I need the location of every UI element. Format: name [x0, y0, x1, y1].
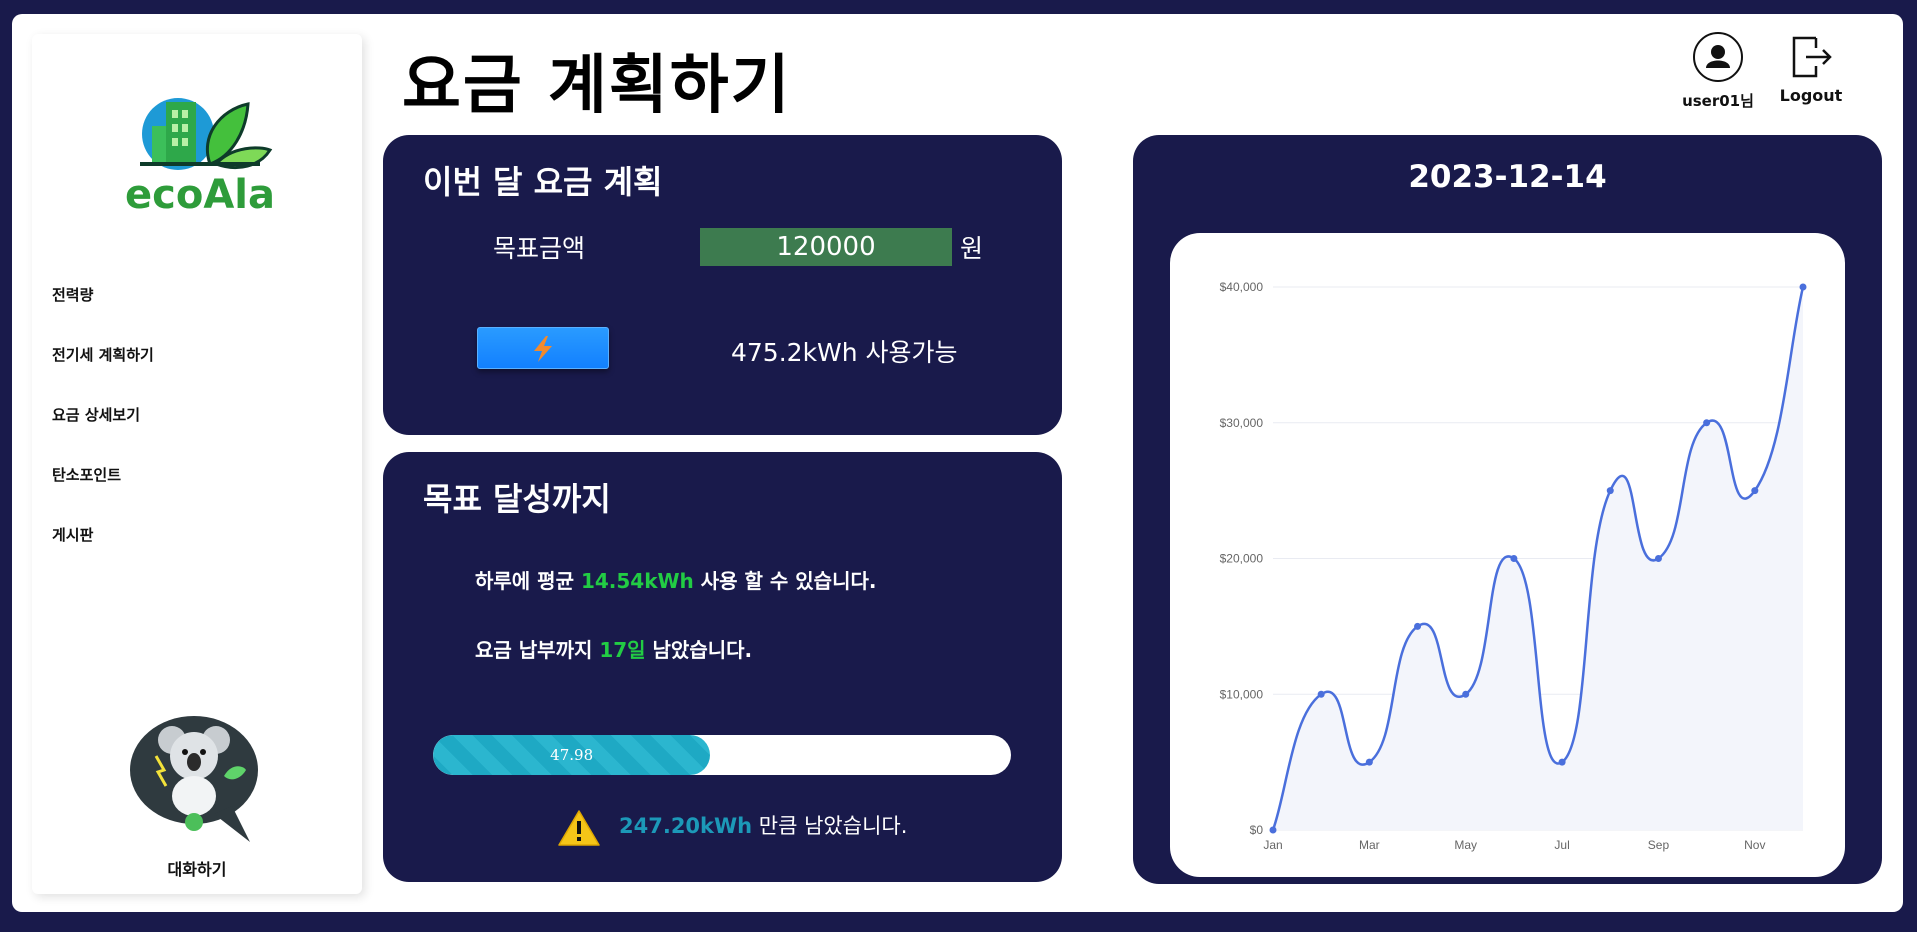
sidebar-item-carbon-points[interactable]: 탄소포인트 — [52, 464, 121, 485]
calculate-button[interactable] — [477, 327, 609, 369]
target-amount-input[interactable] — [700, 228, 952, 266]
y-tick-label: $30,000 — [1220, 416, 1264, 430]
plan-title: 이번 달 요금 계획 — [423, 163, 663, 201]
x-tick-label: May — [1454, 838, 1477, 852]
remaining-kwh-value: 247.20kWh — [619, 814, 753, 838]
chart-point — [1799, 283, 1807, 291]
chart-point — [1462, 690, 1470, 698]
lightning-icon — [534, 336, 552, 362]
x-tick-label: Sep — [1648, 838, 1670, 852]
progress-label: 47.98 — [550, 746, 594, 764]
logout-label[interactable]: Logout — [1778, 86, 1844, 105]
chart-point — [1510, 555, 1518, 562]
sidebar-item-bill-detail[interactable]: 요금 상세보기 — [52, 404, 140, 425]
user-profile[interactable]: user01님 — [1680, 32, 1756, 111]
y-tick-label: $20,000 — [1220, 552, 1264, 566]
chart-point — [1703, 419, 1711, 427]
x-tick-label: Jan — [1263, 838, 1282, 852]
chart-panel: 2023-12-14 $0 $10,000 $20,000 $30,000 $40,00… — [1133, 135, 1882, 884]
goal-title: 목표 달성까지 — [423, 480, 611, 518]
logout-icon[interactable] — [1788, 32, 1834, 80]
chart-point — [1558, 758, 1566, 766]
logout-button[interactable]: Logout — [1778, 32, 1844, 105]
daily-average-value: 14.54kWh — [580, 569, 694, 593]
x-tick-label: Jul — [1554, 838, 1569, 852]
available-kwh-text: 475.2kWh 사용가능 — [731, 338, 958, 367]
y-tick-label: $40,000 — [1220, 280, 1264, 294]
svg-text:ecoAla: ecoAla — [125, 172, 275, 216]
chart-point — [1606, 487, 1614, 495]
due-days-value: 17일 — [599, 638, 646, 662]
target-amount-label: 목표금액 — [493, 234, 586, 263]
x-tick-label: Nov — [1744, 838, 1765, 852]
chart-point — [1414, 622, 1422, 630]
currency-unit: 원 — [960, 234, 984, 263]
page-title: 요금 계획하기 — [402, 49, 792, 123]
y-tick-label: $10,000 — [1220, 687, 1264, 701]
monthly-plan-panel: 이번 달 요금 계획 목표금액 원 475.2kWh 사용가능 — [383, 135, 1062, 435]
chart-point — [1269, 826, 1277, 834]
y-tick-label: $0 — [1250, 823, 1264, 837]
sidebar: ecoAla 전력량 전기세 계획하기 요금 상세보기 탄소포인트 게시판 대화… — [32, 34, 362, 894]
chat-label[interactable]: 대화하기 — [32, 856, 362, 880]
user-avatar-icon[interactable] — [1693, 32, 1743, 82]
chart-point — [1365, 758, 1373, 766]
sidebar-item-board[interactable]: 게시판 — [52, 524, 93, 545]
sidebar-item-power-usage[interactable]: 전력량 — [52, 284, 93, 305]
sidebar-item-bill-plan[interactable]: 전기세 계획하기 — [52, 344, 154, 365]
user-name: user01님 — [1682, 92, 1754, 110]
x-tick-label: Mar — [1359, 838, 1380, 852]
daily-average-text: 하루에 평균 14.54kWh 사용 할 수 있습니다. — [475, 569, 877, 593]
chart-card: $0 $10,000 $20,000 $30,000 $40,000 Jan Mar May J… — [1170, 233, 1845, 877]
chart-point — [1654, 555, 1662, 562]
chart-point — [1751, 487, 1759, 495]
progress-fill: 47.98 — [433, 735, 711, 775]
koala-chat-icon[interactable] — [128, 706, 268, 846]
usage-line-chart: $0 $10,000 $20,000 $30,000 $40,000 Jan Mar May J… — [1220, 280, 1807, 852]
chart-date: 2023-12-14 — [1408, 159, 1607, 195]
due-days-text: 요금 납부까지 17일 남았습니다. — [475, 638, 753, 662]
remaining-kwh-text: 247.20kWh 만큼 남았습니다. — [619, 814, 908, 838]
goal-panel: 목표 달성까지 하루에 평균 14.54kWh 사용 할 수 있습니다. 요금 … — [383, 452, 1062, 882]
chart-point — [1317, 690, 1325, 698]
warning-icon — [558, 810, 600, 846]
progress-bar: 47.98 — [433, 735, 1011, 775]
ecoala-logo: ecoAla — [125, 98, 275, 216]
